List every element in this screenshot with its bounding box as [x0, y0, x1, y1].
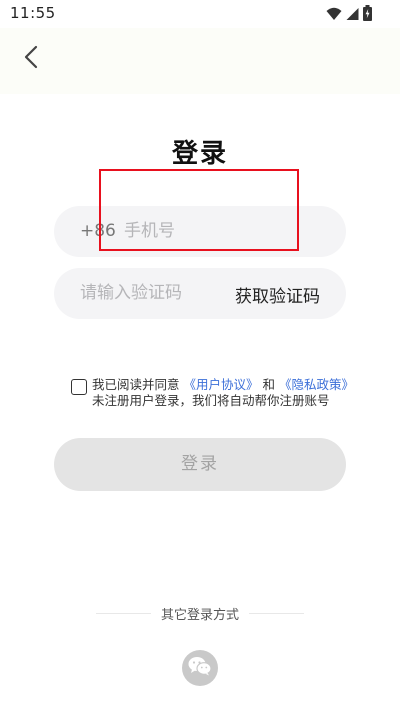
login-screen: 11:55 登录 +86 手机号 请输入验证码 获取验证码 我已阅读并同意 《用…	[0, 0, 400, 711]
back-button[interactable]	[16, 42, 46, 76]
divider-line-right	[249, 612, 305, 614]
agreement-text: 我已阅读并同意 《用户协议》 和 《隐私政策》 未注册用户登录，我们将自动帮你注…	[92, 377, 382, 409]
wifi-icon	[326, 6, 342, 25]
other-login-label: 其它登录方式	[161, 607, 240, 623]
wechat-login-button[interactable]	[182, 650, 218, 686]
header-bar	[0, 28, 400, 94]
user-agreement-link[interactable]: 《用户协议》	[183, 377, 258, 392]
privacy-policy-link[interactable]: 《隐私政策》	[279, 377, 354, 392]
chevron-left-icon	[24, 45, 38, 73]
divider-line-left	[96, 612, 151, 614]
wechat-icon	[188, 656, 212, 680]
country-code[interactable]: +86	[80, 221, 116, 241]
get-code-button[interactable]: 获取验证码	[235, 282, 320, 307]
battery-icon	[363, 5, 372, 25]
other-login-divider: 其它登录方式	[96, 604, 305, 623]
verification-code-input[interactable]	[80, 276, 220, 310]
status-icons	[326, 5, 372, 25]
signal-icon	[346, 6, 359, 25]
agreement-note: 未注册用户登录，我们将自动帮你注册账号	[92, 393, 330, 408]
phone-field-row: +86	[54, 206, 346, 257]
agreement-prefix: 我已阅读并同意	[92, 377, 184, 392]
status-time: 11:55	[10, 4, 56, 22]
code-field-row: 获取验证码	[54, 268, 346, 319]
agreement-checkbox[interactable]	[71, 379, 87, 395]
login-button[interactable]: 登录	[54, 438, 346, 491]
status-bar: 11:55	[0, 0, 400, 28]
phone-input[interactable]	[124, 214, 324, 248]
page-title: 登录	[171, 139, 228, 169]
agreement-and: 和	[258, 377, 279, 392]
